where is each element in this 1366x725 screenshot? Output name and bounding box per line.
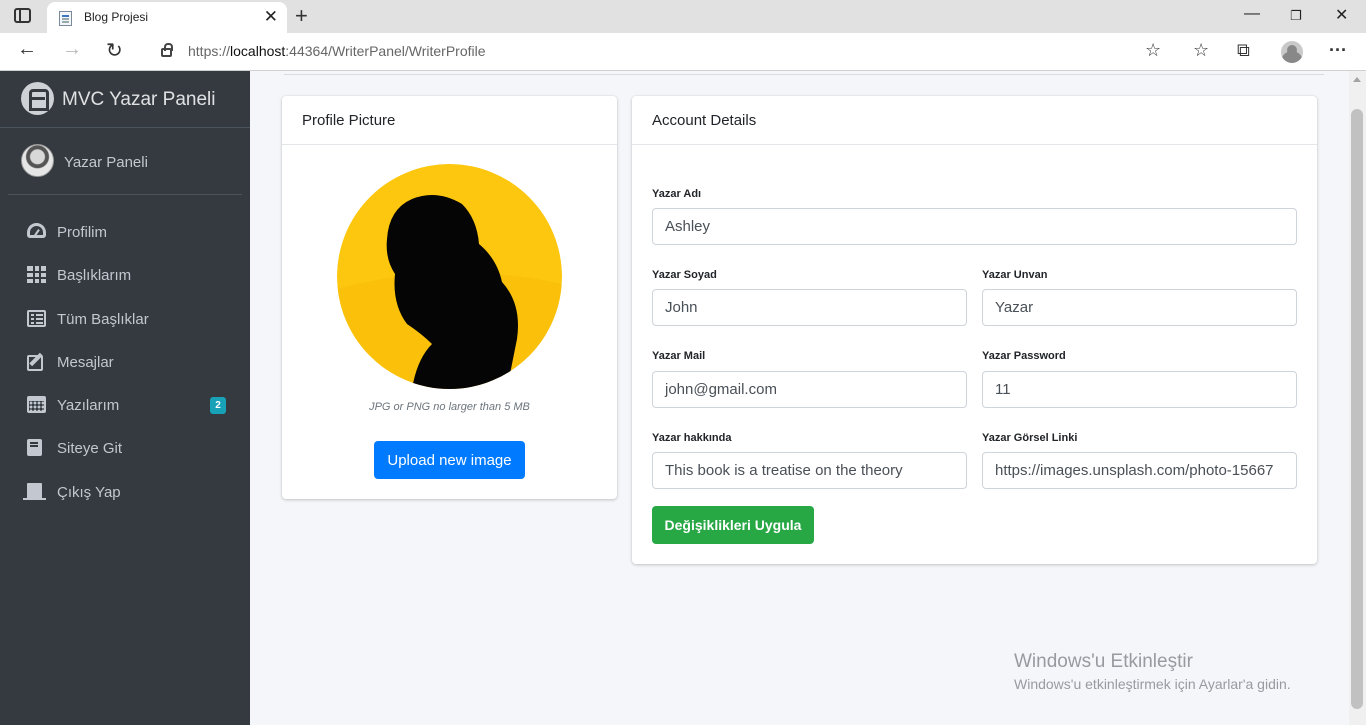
page-scrollbar[interactable] <box>1349 71 1366 725</box>
yazar-mail-label: Yazar Mail <box>652 350 706 362</box>
watermark-subtitle: Windows'u etkinleştirmek için Ayarlar'a … <box>1014 676 1291 692</box>
sidebar-item-tum-basliklar[interactable]: Tüm Başlıklar <box>8 299 242 342</box>
sidebar-item-label: Siteye Git <box>57 440 123 458</box>
url-text: https://localhost:44364/WriterPanel/Writ… <box>188 43 486 59</box>
brand-text: MVC Yazar Paneli <box>62 89 216 110</box>
user-avatar <box>21 144 54 177</box>
account-details-card-title: Account Details <box>632 96 1317 145</box>
yazar-adi-label: Yazar Adı <box>652 188 702 200</box>
edit-icon <box>27 354 43 371</box>
sidebar-item-profilim[interactable]: Profilim <box>8 212 242 255</box>
browser-tab[interactable]: Blog Projesi ✕ <box>47 2 287 33</box>
sidebar-item-label: Profilim <box>57 224 108 241</box>
profile-image <box>337 164 562 389</box>
url-bar[interactable]: https://localhost:44364/WriterPanel/Writ… <box>145 36 1175 67</box>
sidebar-menu: Profilim Başlıklarım Tüm Başlıklar Mesaj… <box>8 212 242 515</box>
sidebar-item-cikis-yap[interactable]: Çıkış Yap <box>8 472 242 515</box>
scroll-up-icon[interactable] <box>1353 77 1361 82</box>
windows-activation-watermark: Windows'u Etkinleştir Windows'u etkinleş… <box>1014 651 1291 692</box>
yazar-soyad-label: Yazar Soyad <box>652 269 717 281</box>
sidebar-item-label: Tüm Başlıklar <box>57 310 149 328</box>
back-icon[interactable]: ← <box>17 38 37 61</box>
yazar-hakkinda-label: Yazar hakkında <box>652 432 732 444</box>
window-close-icon[interactable]: ✕ <box>1335 5 1348 25</box>
account-details-card: Account Details Yazar Adı Ashley Yazar S… <box>632 96 1317 564</box>
tab-actions-icon[interactable] <box>14 8 31 23</box>
sidebar-item-yazilarim[interactable]: Yazılarım 2 <box>8 385 242 428</box>
sidebar-item-label: Yazılarım <box>57 397 120 415</box>
sidebar-item-label: Çıkış Yap <box>57 483 121 501</box>
save-changes-button[interactable]: Değişiklikleri Uygula <box>652 506 814 544</box>
yazar-unvan-input[interactable]: Yazar <box>982 289 1297 326</box>
lock-icon <box>161 43 173 57</box>
book-icon <box>27 439 42 457</box>
tab-title: Blog Projesi <box>84 10 149 24</box>
minimize-icon[interactable]: — <box>1244 5 1260 23</box>
tachometer-icon <box>27 223 46 238</box>
sidebar: MVC Yazar Paneli Yazar Paneli Profilim B… <box>0 71 250 725</box>
profile-picture-card: Profile Picture JPG or PNG no larger tha… <box>282 96 617 499</box>
sidebar-item-label: Başlıklarım <box>57 267 132 285</box>
door-icon <box>23 482 46 500</box>
yazar-mail-input[interactable]: john@gmail.com <box>652 371 967 408</box>
yazar-unvan-label: Yazar Unvan <box>982 269 1048 281</box>
scroll-thumb[interactable] <box>1351 109 1363 709</box>
more-menu-icon[interactable]: ··· <box>1329 40 1347 61</box>
upload-hint: JPG or PNG no larger than 5 MB <box>369 401 530 413</box>
profile-avatar-icon[interactable] <box>1281 41 1303 63</box>
yazar-hakkinda-input[interactable]: This book is a treatise on the theory <box>652 452 967 489</box>
collections-icon[interactable]: ⧉ <box>1237 40 1250 61</box>
forward-icon[interactable]: → <box>62 38 82 61</box>
calendar-icon <box>27 396 46 414</box>
new-tab-icon[interactable]: + <box>295 3 308 29</box>
address-toolbar: ← → ↻ https://localhost:44364/WriterPane… <box>0 33 1366 71</box>
upload-image-button[interactable]: Upload new image <box>374 441 525 479</box>
user-panel[interactable]: Yazar Paneli <box>8 128 242 195</box>
user-name: Yazar Paneli <box>64 154 148 171</box>
list-icon <box>27 309 46 327</box>
watermark-title: Windows'u Etkinleştir <box>1014 651 1193 672</box>
sidebar-item-label: Mesajlar <box>57 353 114 371</box>
sidebar-item-mesajlar[interactable]: Mesajlar <box>8 342 242 385</box>
favorites-icon[interactable]: ☆ <box>1193 40 1209 61</box>
tab-close-icon[interactable]: ✕ <box>264 7 278 27</box>
yazar-password-label: Yazar Password <box>982 350 1066 362</box>
add-favorite-icon[interactable]: ☆ <box>1145 40 1161 61</box>
brand-link[interactable]: MVC Yazar Paneli <box>0 71 250 128</box>
content-header-divider <box>284 71 1324 75</box>
browser-tab-bar: Blog Projesi ✕ + — ❐ ✕ <box>0 0 1366 33</box>
page-favicon-icon <box>59 11 72 26</box>
profile-picture-card-title: Profile Picture <box>282 96 617 145</box>
yazar-gorsel-linki-label: Yazar Görsel Linki <box>982 432 1078 444</box>
yazar-password-input[interactable]: 11 <box>982 371 1297 408</box>
yazar-adi-input[interactable]: Ashley <box>652 208 1297 245</box>
yazar-soyad-input[interactable]: John <box>652 289 967 326</box>
count-badge: 2 <box>210 397 226 415</box>
sidebar-item-basliklarim[interactable]: Başlıklarım <box>8 255 242 298</box>
restore-icon[interactable]: ❐ <box>1290 8 1302 24</box>
yazar-gorsel-linki-input[interactable]: https://images.unsplash.com/photo-15667 <box>982 452 1297 489</box>
sidebar-item-siteye-git[interactable]: Siteye Git <box>8 428 242 471</box>
grid-icon <box>27 266 46 284</box>
reload-icon[interactable]: ↻ <box>106 38 123 63</box>
brand-logo-icon <box>21 82 54 115</box>
